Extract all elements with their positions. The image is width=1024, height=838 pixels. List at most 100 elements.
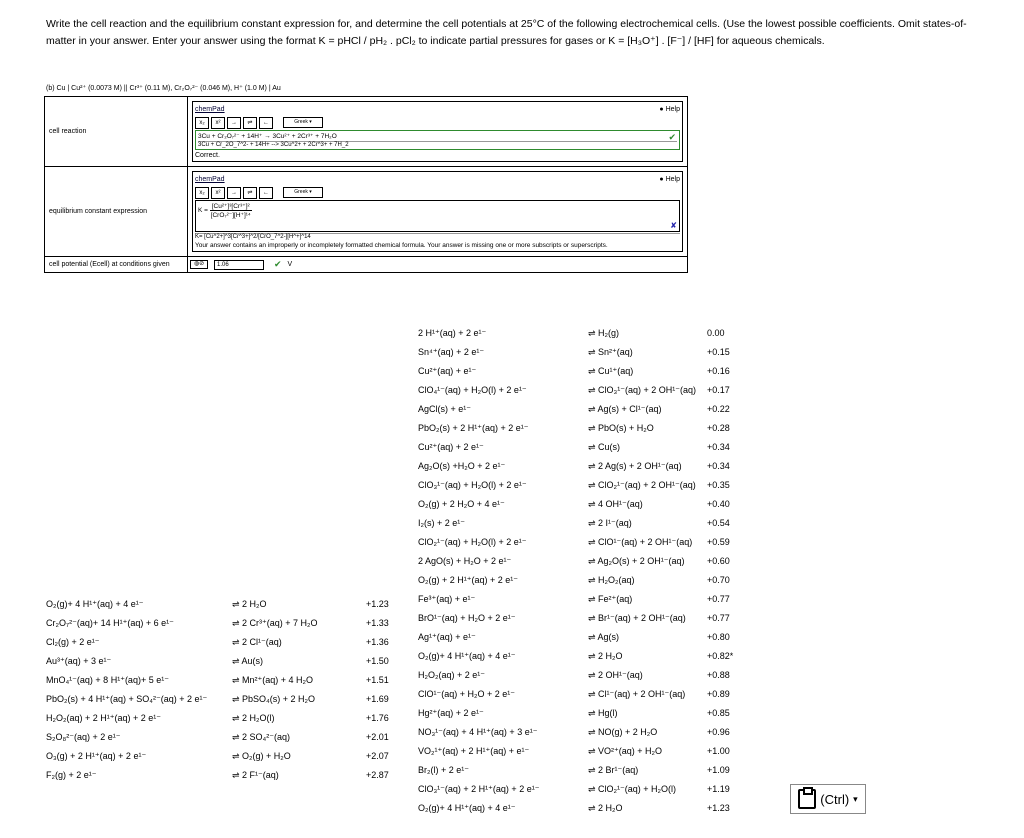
potential-value: +1.23 [366,599,389,609]
potential-value: +1.33 [366,618,389,628]
help-link[interactable]: ● Help [659,176,680,183]
half-reaction-left: ClO₃¹⁻(aq) + 2 H¹⁺(aq) + 2 e¹⁻ [418,784,540,794]
half-reaction-left: NO₃¹⁻(aq) + 4 H¹⁺(aq) + 3 e¹⁻ [418,727,538,737]
greek-dropdown[interactable]: Greek ▾ [283,117,323,128]
check-icon: ✔ [274,259,282,269]
half-reaction-right: ⇌ O₂(g) + H₂O [232,751,291,761]
potential-value: 0.00 [707,328,725,338]
cell-potential-input[interactable]: 1.06 [214,259,264,270]
half-reaction-left: O₂(g)+ 4 H¹⁺(aq) + 4 e¹⁻ [46,599,144,609]
half-reaction-right: ⇌ Br¹⁻(aq) + 2 OH¹⁻(aq) [588,613,686,623]
chempad-cell-reaction: chemPad ● Help x₂ x² → ⇌ ← Greek ▾ 3Cu +… [192,101,683,162]
equilibrium-tool[interactable]: ⇌ [243,186,257,199]
half-reaction-right: ⇌ H₂(g) [588,328,620,338]
potential-value: +0.59 [707,537,730,547]
part-label: (b) Cu | Cu²⁺ (0.0073 M) || Cr³⁺ (0.11 M… [46,85,281,92]
chempad-equilibrium: chemPad ● Help x₂ x² → ⇌ ← Greek ▾ K = [… [192,171,683,252]
clipboard-icon [798,787,817,809]
half-reaction-left: Cl₂(g) + 2 e¹⁻ [46,637,100,647]
potential-value: +0.22 [707,404,730,414]
potential-value: +0.34 [707,461,730,471]
half-reaction-right: ⇌ 2 Cl¹⁻(aq) [232,637,282,647]
half-reaction-right: ⇌ PbSO₄(s) + 2 H₂O [232,694,315,704]
cell-reaction-row: cell reaction chemPad ● Help x₂ x² → ⇌ ←… [44,96,688,167]
paste-options-button[interactable]: (Ctrl) ▾ [790,784,866,814]
potential-value: +0.85 [707,708,730,718]
half-reaction-left: VO₂¹⁺(aq) + 2 H¹⁺(aq) + e¹⁻ [418,746,530,756]
cell-reaction-label: cell reaction [44,96,188,167]
superscript-tool[interactable]: x² [211,116,225,129]
k-fraction: [Cu²⁺]³[Cr³⁺]² [CrO₇²⁻][H⁺]¹⁴ [209,202,252,219]
potential-value: +1.00 [707,746,730,756]
half-reaction-left: O₂(g)+ 4 H¹⁺(aq) + 4 e¹⁻ [418,803,516,813]
arrow-tool[interactable]: → [227,186,241,199]
cell-reaction-raw: 3Cu + Cr_2O_7^2- + 14H+ --> 3Cu^2+ + 2Cr… [198,141,677,148]
potential-value: +0.88 [707,670,730,680]
half-reaction-left: MnO₄¹⁻(aq) + 8 H¹⁺(aq)+ 5 e¹⁻ [46,675,169,685]
subscript-tool[interactable]: x₂ [195,186,209,199]
potential-value: +1.19 [707,784,730,794]
help-link[interactable]: ● Help [659,106,680,113]
half-reaction-left: PbO₂(s) + 2 H¹⁺(aq) + 2 e¹⁻ [418,423,529,433]
check-icon: ✔ [668,132,676,142]
equilibrium-answer[interactable]: K = [Cu²⁺]³[Cr³⁺]² [CrO₇²⁻][H⁺]¹⁴ ✘ [195,200,680,232]
half-reaction-left: O₃(g) + 2 H¹⁺(aq) + 2 e¹⁻ [46,751,147,761]
potential-value: +1.69 [366,694,389,704]
potential-value: +0.34 [707,442,730,452]
superscript-tool[interactable]: x² [211,186,225,199]
half-reaction-left: Au³⁺(aq) + 3 e¹⁻ [46,656,112,666]
equilibrium-raw: K= [Cu^2+]^3[Cr^3+]^2/[CrO_7^2-][H^+]^14 [195,233,680,240]
potential-value: +0.70 [707,575,730,585]
potential-value: +2.07 [366,751,389,761]
cell-potential-row: cell potential (Ecell) at conditions giv… [44,256,688,273]
half-reaction-left: H₂O₂(aq) + 2 H¹⁺(aq) + 2 e¹⁻ [46,713,162,723]
subscript-tool[interactable]: x₂ [195,116,209,129]
half-reaction-left: BrO¹⁻(aq) + H₂O + 2 e¹⁻ [418,613,516,623]
potential-value: +0.82* [707,651,734,661]
half-reaction-right: ⇌ 2 H₂O [232,599,267,609]
arrow-tool[interactable]: → [227,116,241,129]
backspace-tool[interactable]: ← [259,186,273,199]
half-reaction-left: Hg²⁺(aq) + 2 e¹⁻ [418,708,484,718]
potential-value: +0.96 [707,727,730,737]
half-reaction-right: ⇌ H₂O₂(aq) [588,575,635,585]
half-reaction-left: H₂O₂(aq) + 2 e¹⁻ [418,670,486,680]
status-correct: Correct. [195,152,220,159]
half-reaction-right: ⇌ Fe²⁺(aq) [588,594,633,604]
half-reaction-left: F₂(g) + 2 e¹⁻ [46,770,97,780]
potential-value: +0.54 [707,518,730,528]
half-reaction-right: ⇌ ClO₃¹⁻(aq) + 2 OH¹⁻(aq) [588,385,696,395]
half-reaction-right: ⇌ Mn²⁺(aq) + 4 H₂O [232,675,314,685]
potential-value: +0.16 [707,366,730,376]
half-reaction-left: AgCl(s) + e¹⁻ [418,404,472,414]
potential-value: +1.51 [366,675,389,685]
half-reaction-right: ⇌ Cl¹⁻(aq) + 2 OH¹⁻(aq) [588,689,686,699]
potential-value: +0.17 [707,385,730,395]
potential-value: +0.15 [707,347,730,357]
half-reaction-left: Cu²⁺(aq) + e¹⁻ [418,366,477,376]
half-reaction-right: ⇌ 2 Cr³⁺(aq) + 7 H₂O [232,618,318,628]
half-reaction-left: Br₂(l) + 2 e¹⁻ [418,765,470,775]
potential-value: +0.35 [707,480,730,490]
backspace-tool[interactable]: ← [259,116,273,129]
half-reaction-right: ⇌ 4 OH¹⁻(aq) [588,499,643,509]
greek-dropdown[interactable]: Greek ▾ [283,187,323,198]
half-reaction-right: ⇌ ClO₂¹⁻(aq) + H₂O(l) [588,784,677,794]
chempad-title: chemPad [195,106,225,113]
equilibrium-tool[interactable]: ⇌ [243,116,257,129]
half-reaction-right: ⇌ Ag₂O(s) + 2 OH¹⁻(aq) [588,556,685,566]
half-reaction-left: Cr₂O₇²⁻(aq)+ 14 H¹⁺(aq) + 6 e¹⁻ [46,618,174,628]
half-reaction-right: ⇌ 2 SO₄²⁻(aq) [232,732,290,742]
half-reaction-left: PbO₂(s) + 4 H¹⁺(aq) + SO₄²⁻(aq) + 2 e¹⁻ [46,694,208,704]
half-reaction-right: ⇌ 2 Ag(s) + 2 OH¹⁻(aq) [588,461,682,471]
flag-icon: ◍⊘ [190,260,208,269]
half-reaction-right: ⇌ 2 OH¹⁻(aq) [588,670,643,680]
chempad-title: chemPad [195,176,225,183]
half-reaction-right: ⇌ Hg(l) [588,708,618,718]
equilibrium-label: equilibrium constant expression [44,166,188,257]
half-reaction-left: Sn⁴⁺(aq) + 2 e¹⁻ [418,347,485,357]
potential-value: +1.76 [366,713,389,723]
chempad-toolbar: x₂ x² → ⇌ ← Greek ▾ [195,186,680,199]
cell-reaction-answer[interactable]: 3Cu + Cr₂O₇²⁻ + 14H⁺ → 3Cu²⁺ + 2Cr³⁺ + 7… [195,130,680,150]
half-reaction-right: ⇌ 2 F¹⁻(aq) [232,770,279,780]
